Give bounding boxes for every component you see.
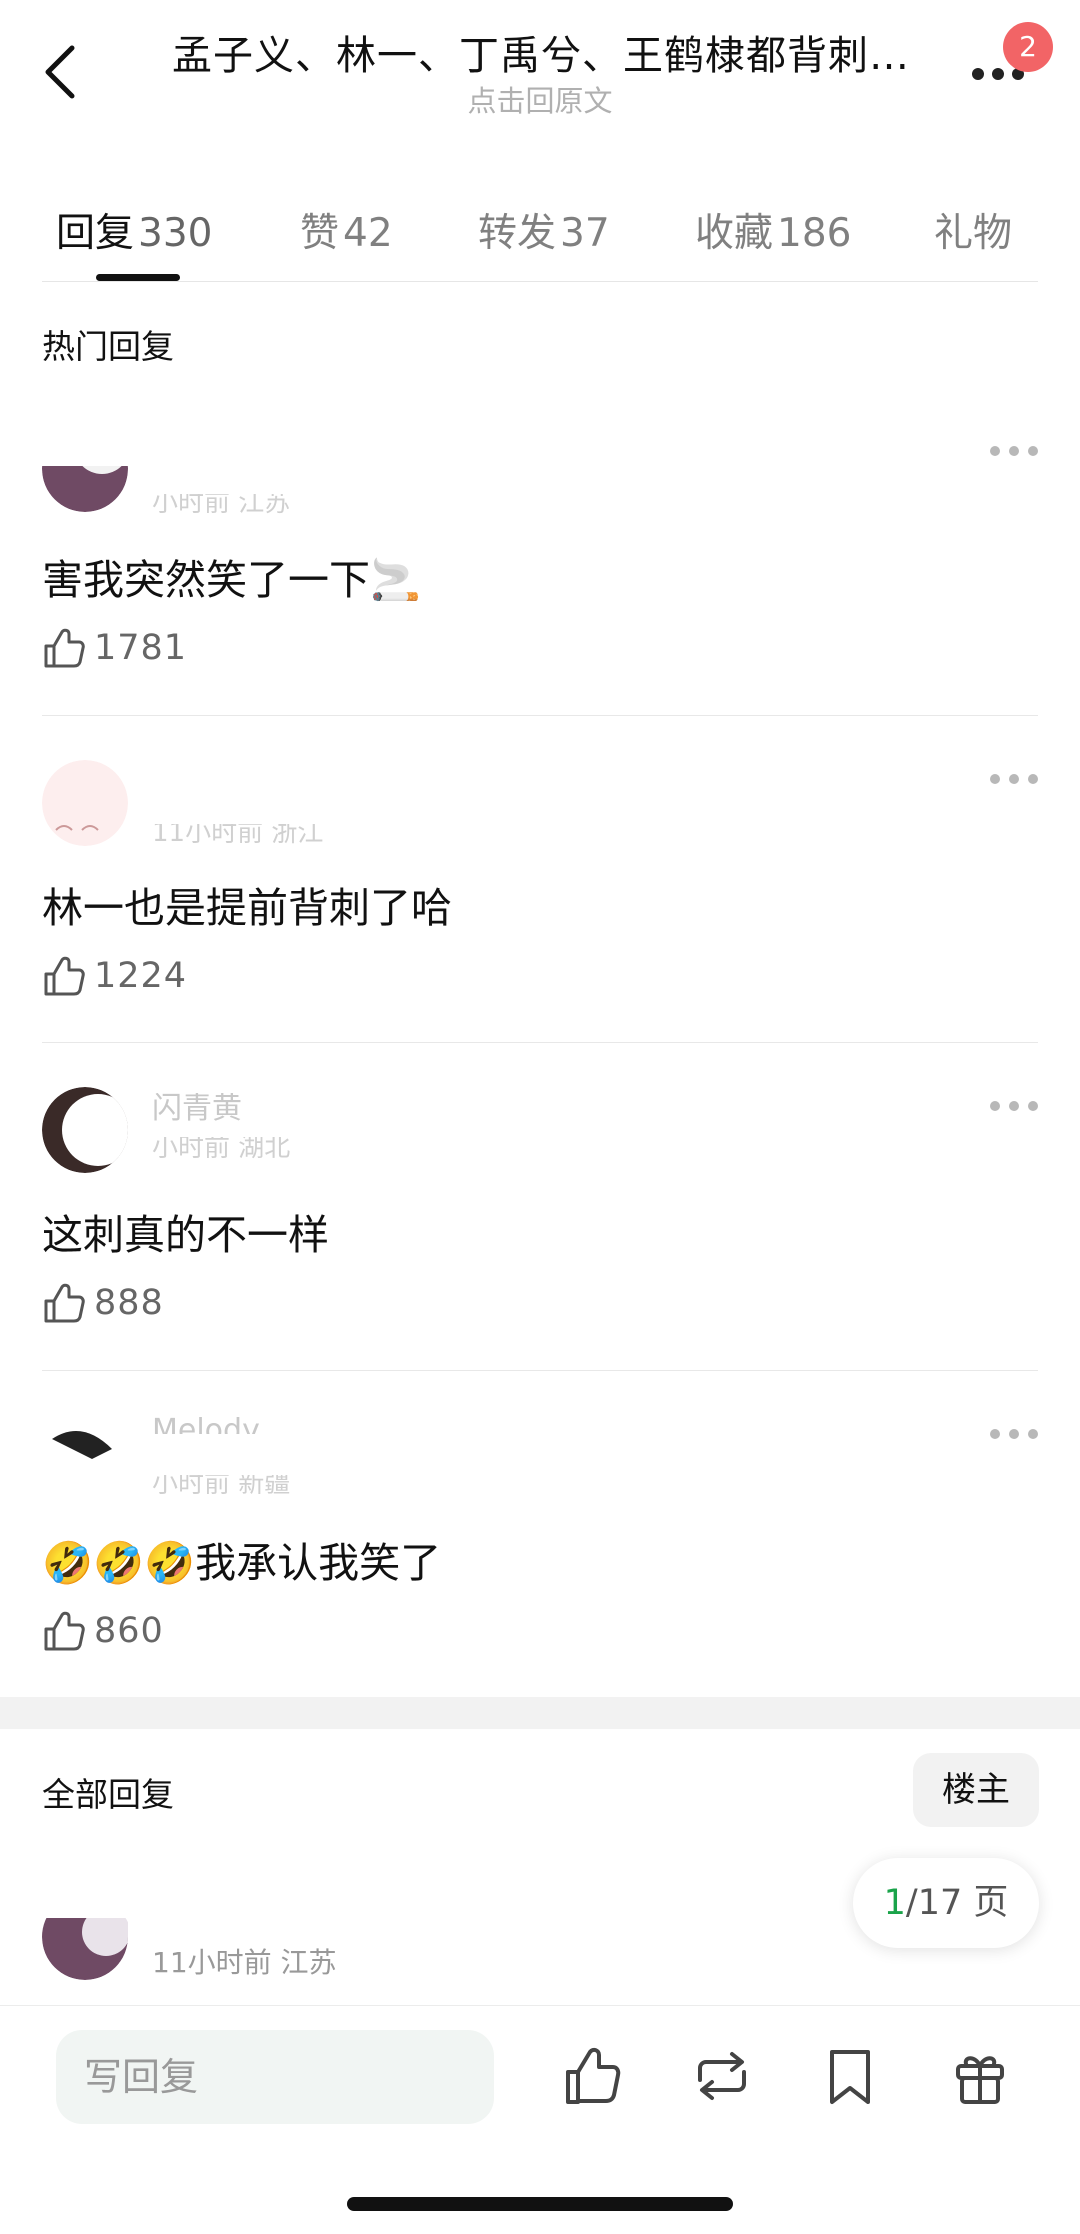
comment-meta: 11小时前 浙江 (152, 818, 324, 848)
divider (42, 281, 1038, 282)
tab-label: 赞 (300, 211, 340, 256)
tab-count: 42 (343, 211, 393, 256)
comment-emoji: 🚬 (370, 556, 422, 604)
tab-gifts[interactable]: 礼物 (934, 202, 1012, 258)
comment-more-button[interactable] (990, 1097, 1038, 1117)
divider (42, 1370, 1038, 1371)
comment-text: 害我突然笑了一下🚬 (42, 546, 421, 606)
tab-count: 37 (560, 211, 610, 256)
like-count: 860 (94, 1611, 164, 1651)
total-pages: /17 页 (905, 1883, 1009, 1923)
more-dot-icon (992, 68, 1004, 80)
post-title[interactable]: 孟子义、林一、丁禹兮、王鹤棣都背刺… (172, 28, 912, 84)
tab-replies[interactable]: 回复 330 (56, 202, 212, 258)
top-bar: 孟子义、林一、丁禹兮、王鹤棣都背刺… 点击回原文 2 (0, 0, 1080, 150)
divider (42, 1042, 1038, 1043)
commenter-name[interactable]: Melody (152, 1413, 260, 1434)
avatar[interactable] (42, 1087, 128, 1173)
post-tabs: 回复 330 赞 42 转发 37 收藏 186 礼物 (0, 182, 1080, 282)
tab-label: 转发 (478, 211, 557, 256)
home-indicator (347, 2197, 733, 2211)
reply-input[interactable]: 写回复 (56, 2030, 494, 2124)
avatar[interactable] (42, 1409, 128, 1485)
comment-meta: 小时前 湖北 (152, 1133, 291, 1163)
comment-body: 害我突然笑了一下 (42, 556, 370, 604)
tab-label: 礼物 (934, 211, 1013, 256)
tab-likes[interactable]: 赞 42 (300, 202, 393, 258)
avatar[interactable] (42, 466, 128, 512)
thumbs-up-icon (44, 1611, 85, 1651)
reply-meta: 11小时前 江苏 (152, 1946, 337, 1979)
comment-text: 🤣🤣🤣我承认我笑了 (42, 1529, 441, 1589)
all-replies-heading: 全部回复 (42, 1775, 174, 1814)
tab-count: 186 (777, 211, 852, 256)
like-icon[interactable] (562, 2044, 622, 2108)
active-tab-indicator (96, 274, 180, 281)
like-count: 888 (94, 1283, 164, 1323)
tab-label: 收藏 (695, 211, 774, 256)
comment-meta: 小时前 江苏 (152, 488, 291, 518)
more-dot-icon (972, 68, 984, 80)
divider (42, 715, 1038, 716)
current-page: 1 (883, 1883, 906, 1923)
thumbs-up-icon (44, 956, 85, 996)
like-count: 1781 (94, 628, 188, 668)
avatar[interactable] (42, 1918, 128, 1980)
tab-reposts[interactable]: 转发 37 (478, 202, 610, 258)
like-count: 1224 (94, 956, 188, 996)
comment-text: 林一也是提前背刺了哈 (42, 884, 452, 932)
tab-label: 回复 (56, 211, 135, 256)
avatar[interactable] (42, 760, 128, 846)
comment-item: 小时前 江苏 害我突然笑了一下🚬 1781 (0, 442, 1080, 768)
comment-more-button[interactable] (990, 442, 1038, 462)
notification-badge: 2 (1003, 22, 1053, 72)
comment-more-button[interactable] (990, 1425, 1038, 1445)
comment-emoji: 🤣🤣🤣 (42, 1539, 196, 1587)
hot-replies-heading: 热门回复 (42, 327, 174, 366)
comment-text: 这刺真的不一样 (42, 1211, 329, 1259)
thumbs-up-icon (44, 628, 85, 668)
comment-item: 11小时前 浙江 林一也是提前背刺了哈 1224 (0, 760, 1080, 1096)
tab-favorites[interactable]: 收藏 186 (695, 202, 851, 258)
gift-icon[interactable] (950, 2044, 1010, 2108)
comment-item: 闪青黄 小时前 湖北 这刺真的不一样 888 (0, 1087, 1080, 1423)
tab-count: 330 (138, 211, 213, 256)
comment-more-button[interactable] (990, 770, 1038, 790)
comment-meta: 小时前 新疆 (152, 1469, 291, 1499)
back-to-original-link[interactable]: 点击回原文 (0, 78, 1080, 120)
repost-icon[interactable] (690, 2044, 750, 2108)
bookmark-icon[interactable] (820, 2044, 880, 2108)
floor-owner-filter-button[interactable]: 楼主 (913, 1753, 1039, 1827)
thumbs-up-icon (44, 1283, 85, 1323)
pagination-button[interactable]: 1/17 页 (853, 1858, 1039, 1948)
comment-body: 我承认我笑了 (195, 1539, 442, 1587)
section-separator (0, 1697, 1080, 1729)
